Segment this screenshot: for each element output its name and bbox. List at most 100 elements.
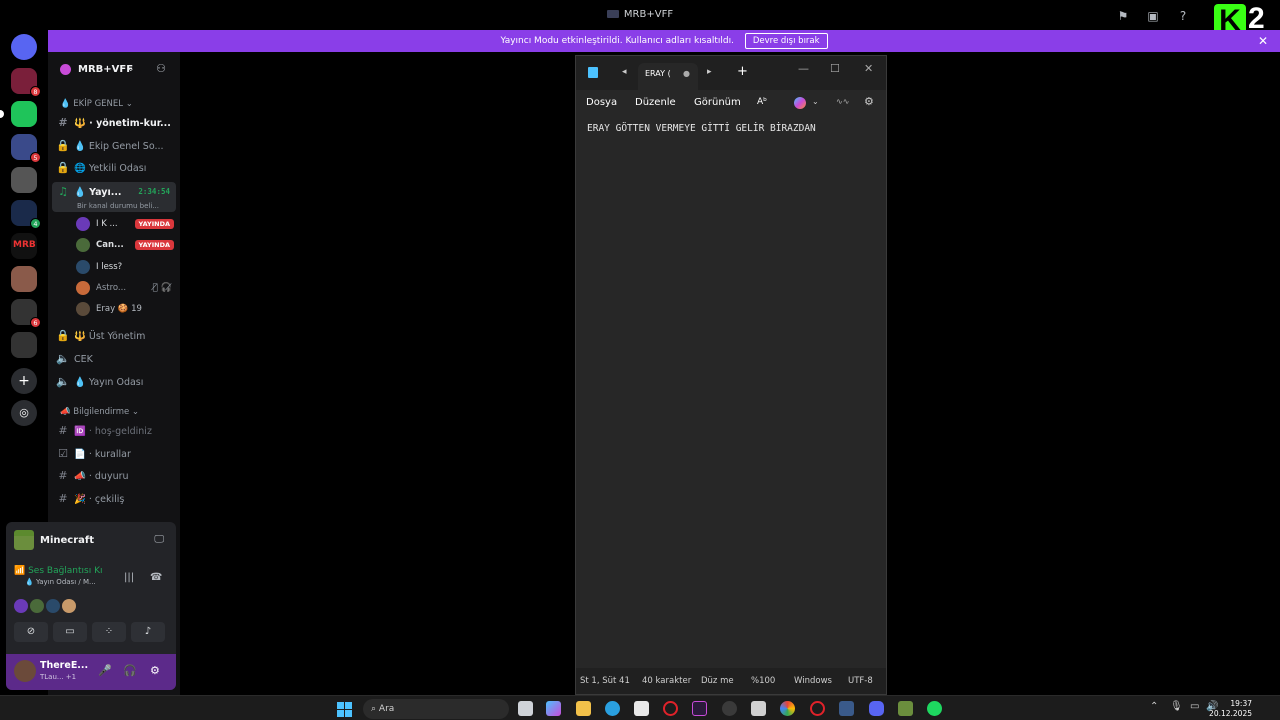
server-folder-icon[interactable] xyxy=(11,332,37,358)
avatar[interactable] xyxy=(14,660,36,682)
channel-cekilis[interactable]: # 🎉 · çekiliş xyxy=(52,489,176,509)
channel-yetkili[interactable]: 🔒 🌐 Yetkili Odası xyxy=(52,158,176,178)
avatar[interactable] xyxy=(62,599,76,613)
channel-yayin-active[interactable]: ♫ 💧 Yayı... 2:34:54 Bir kanal durumu beli… xyxy=(52,182,176,212)
scroll-tabs-right-icon[interactable]: ▸ xyxy=(707,67,712,77)
soundboard-button[interactable]: ♪ xyxy=(131,622,165,642)
notepad-menubar: Dosya Düzenle Görünüm Aᵇ ⌄ ∿∿ ⚙ xyxy=(576,90,886,116)
server-header[interactable]: MRB+VFF ⌄ ⚇ xyxy=(48,52,180,86)
microphone-icon[interactable]: 🎤 xyxy=(98,664,112,677)
channel-yonetim[interactable]: # 🔱 · yönetim-kur... xyxy=(52,113,176,133)
minimize-icon[interactable]: — xyxy=(798,62,809,75)
server-folder-icon[interactable]: 6 xyxy=(11,299,41,328)
start-button[interactable] xyxy=(337,702,352,717)
new-tab-icon[interactable]: + xyxy=(737,64,748,79)
server-icon[interactable]: 5 xyxy=(11,134,41,163)
disconnect-icon[interactable]: ☎ xyxy=(150,572,162,583)
server-icon[interactable] xyxy=(11,266,37,292)
chevron-down-icon[interactable]: ⌄ xyxy=(812,97,819,106)
network-icon[interactable]: ▭ xyxy=(1190,701,1199,712)
help-icon[interactable]: ? xyxy=(1176,9,1190,23)
voice-user[interactable]: I K ... YAYINDA xyxy=(76,215,174,233)
voice-user[interactable]: Eray 🍪 19 xyxy=(76,300,174,318)
flag-icon[interactable]: ⚑ xyxy=(1116,9,1130,23)
server-icon[interactable] xyxy=(11,167,37,193)
text-format-icon[interactable]: Aᵇ xyxy=(757,97,767,107)
taskbar-search[interactable]: ⌕ Ara xyxy=(363,699,509,719)
chrome-icon[interactable] xyxy=(780,701,795,716)
windows-taskbar: ⌕ Ara ⌃ 🎙 ▭ 🔊 19:37 20.12.2025 xyxy=(0,695,1280,720)
microphone-icon[interactable]: 🎙 xyxy=(1170,701,1183,712)
store-icon[interactable] xyxy=(634,701,649,716)
unsaved-dot-icon[interactable]: ● xyxy=(683,63,690,85)
voice-user[interactable]: Can... YAYINDA xyxy=(76,236,174,254)
app-icon[interactable] xyxy=(722,701,737,716)
minecraft-icon[interactable] xyxy=(898,701,913,716)
task-view-icon[interactable] xyxy=(518,701,533,716)
server-icon[interactable]: 4 xyxy=(11,200,41,229)
category-bilgi[interactable]: 📣 Bilgilendirme ⌄ xyxy=(60,407,139,417)
activities-button[interactable]: ⁘ xyxy=(92,622,126,642)
file-explorer-icon[interactable] xyxy=(576,701,591,716)
camera-off-button[interactable]: ⊘ xyxy=(14,622,48,642)
mention-badge: 4 xyxy=(30,218,41,229)
cursor-position[interactable]: St 1, Süt 41 xyxy=(580,676,630,686)
chevron-up-icon[interactable]: ⌃ xyxy=(1150,701,1158,712)
app-icon[interactable] xyxy=(839,701,854,716)
notepad-tab[interactable]: ERAY (● xyxy=(638,63,698,90)
channel-duyuru[interactable]: # 📣 · duyuru xyxy=(52,466,176,486)
menu-edit[interactable]: Düzenle xyxy=(635,97,676,108)
menu-file[interactable]: Dosya xyxy=(586,97,617,108)
server-icon[interactable] xyxy=(0,101,37,127)
scroll-tabs-left-icon[interactable]: ◂ xyxy=(622,67,627,77)
maximize-icon[interactable]: ☐ xyxy=(830,62,840,75)
channel-ust-yonetim[interactable]: 🔒 🔱 Üst Yönetim xyxy=(52,326,176,346)
noise-suppression-icon[interactable]: ||| xyxy=(124,572,134,583)
gear-icon[interactable]: ⚙ xyxy=(150,664,160,677)
notepad-text-area[interactable]: ERAY GÖTTEN VERMEYE GİTTİ GELİR BİRAZDAN xyxy=(587,123,816,134)
copilot-icon[interactable] xyxy=(794,97,806,109)
screen-share-button[interactable]: ▭ xyxy=(53,622,87,642)
close-window-icon[interactable]: ✕ xyxy=(864,62,873,75)
settings-gear-icon[interactable]: ⚙ xyxy=(864,95,874,108)
channel-cek[interactable]: 🔈 CEK xyxy=(52,349,176,369)
line-ending[interactable]: Windows xyxy=(794,676,832,686)
screen-share-icon[interactable]: 🖵 xyxy=(154,534,164,545)
encoding[interactable]: UTF-8 xyxy=(848,676,873,686)
channel-ekip-sohbet[interactable]: 🔒 💧 Ekip Genel So... xyxy=(52,136,176,156)
edge-icon[interactable] xyxy=(605,701,620,716)
app-icon[interactable] xyxy=(751,701,766,716)
disable-streamer-mode-button[interactable]: Devre dışı bırak xyxy=(744,33,828,49)
close-icon[interactable]: ✕ xyxy=(1258,30,1268,52)
voice-channel[interactable]: 💧 Yayın Odası / M... xyxy=(25,578,103,586)
text-mode[interactable]: Düz me xyxy=(701,676,734,686)
opera-icon[interactable] xyxy=(663,701,678,716)
zoom-level[interactable]: %100 xyxy=(751,676,775,686)
menu-view[interactable]: Görünüm xyxy=(694,97,741,108)
discord-icon[interactable] xyxy=(869,701,884,716)
avatar[interactable] xyxy=(46,599,60,613)
avatar[interactable] xyxy=(30,599,44,613)
copilot-icon[interactable] xyxy=(546,701,561,716)
server-icon[interactable]: MRB xyxy=(11,233,37,259)
invite-icon[interactable]: ⚇ xyxy=(156,62,166,75)
discord-home-icon[interactable] xyxy=(11,34,37,60)
server-icon[interactable]: 8 xyxy=(11,68,41,97)
mention-badge: 6 xyxy=(30,317,41,328)
spotify-icon[interactable] xyxy=(927,701,942,716)
discover-icon[interactable]: ◎ xyxy=(11,400,37,426)
inbox-icon[interactable]: ▣ xyxy=(1146,9,1160,23)
opera-gx-icon[interactable] xyxy=(810,701,825,716)
channel-yayin-odasi[interactable]: 🔈 💧 Yayın Odası xyxy=(52,372,176,392)
channel-hos-geldiniz[interactable]: # 🆔 · hoş-geldiniz xyxy=(52,421,176,441)
headphones-icon[interactable]: 🎧 xyxy=(123,664,137,677)
avatar[interactable] xyxy=(14,599,28,613)
activity-icon[interactable]: ∿∿ xyxy=(836,97,849,106)
voice-user[interactable]: I less? xyxy=(76,258,174,276)
app-icon[interactable] xyxy=(692,701,707,716)
add-server-icon[interactable]: + xyxy=(11,368,37,394)
voice-user[interactable]: Astro... 🎙̸ 🎧̸ xyxy=(76,279,174,297)
channel-kurallar[interactable]: ☑ 📄 · kurallar xyxy=(52,444,176,464)
clock[interactable]: 19:37 20.12.2025 xyxy=(1209,699,1252,719)
category-ekip[interactable]: 💧 EKİP GENEL ⌄ xyxy=(60,99,133,109)
